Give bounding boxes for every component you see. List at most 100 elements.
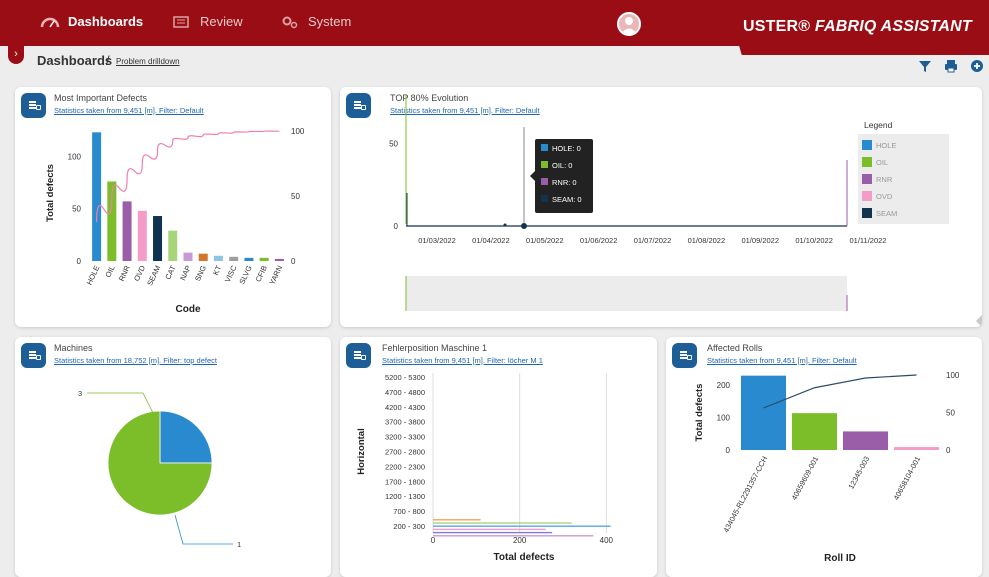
y-tick-label: 3700 - 3800: [385, 418, 425, 427]
filter-icon[interactable]: [918, 59, 932, 73]
bar: [433, 522, 572, 524]
card-top80-evolution: TOP 80% Evolution Statistics taken from …: [340, 87, 982, 327]
x-tick-label: 01/04/2022: [472, 236, 510, 245]
bar: [433, 525, 611, 527]
review-icon: [173, 15, 189, 28]
card-machines: Machines Statistics taken from 18,752 [m…: [15, 337, 331, 577]
data-point: [503, 223, 507, 227]
user-icon: [621, 17, 637, 34]
nav-system[interactable]: System: [280, 14, 351, 29]
tooltip-swatch: [541, 195, 548, 202]
x-tick-label: 434045-RL2291357-CCH: [721, 455, 769, 534]
x-tick-label: 01/10/2022: [795, 236, 833, 245]
pie-leader-line: [174, 514, 233, 545]
y-tick-label: 200: [717, 381, 731, 390]
evolution-chart: 0 50 01/03/2022 01/04/2022 01/05/2022 01/06/2…: [389, 94, 982, 327]
legend-swatch: [862, 140, 872, 150]
bar: [792, 413, 837, 450]
x-tick-label: 40658104-001: [892, 455, 923, 502]
pie-label: 1: [237, 540, 241, 549]
nav-system-label: System: [308, 14, 352, 29]
y-axis-label: Total defects: [45, 164, 56, 222]
x-tick-label: CAT: [163, 264, 177, 281]
bar: [153, 216, 163, 261]
tooltip-text: HOLE: 0: [552, 144, 581, 153]
y-tick-label: 50: [72, 205, 81, 214]
affected-rolls-chart: 0 100 200 0 50 100 434045-RL2291357-CCH 4065960…: [694, 371, 960, 564]
card-most-important-defects: Most Important Defects Statistics taken …: [15, 87, 331, 327]
tooltip-swatch: [541, 161, 548, 168]
legend-title: Legend: [864, 120, 893, 130]
y2-tick-label: 100: [291, 127, 305, 136]
user-avatar[interactable]: [617, 12, 641, 36]
bar: [894, 447, 939, 450]
card-fehlerposition: Fehlerposition Maschine 1 Statistics tak…: [340, 337, 657, 577]
legend-label: OIL: [876, 158, 888, 167]
y-tick-label: 2200 - 2300: [385, 462, 425, 471]
y2-tick-label: 0: [291, 257, 296, 266]
x-tick-label: 40659609-001: [790, 455, 821, 502]
y-tick-label: 700 - 800: [393, 507, 425, 516]
x-tick-label: YARN: [267, 264, 284, 286]
y-tick-label: 3200 - 3300: [385, 433, 425, 442]
tooltip-text: SEAM: 0: [552, 195, 582, 204]
y-tick-label: 4200 - 4300: [385, 403, 425, 412]
y-tick-label: 4700 - 4800: [385, 388, 425, 397]
legend-label: RNR: [876, 175, 893, 184]
y-tick-label: 50: [389, 140, 398, 149]
y-tick-label: 0: [726, 446, 731, 455]
add-icon[interactable]: [970, 59, 984, 73]
bar: [137, 210, 147, 261]
breadcrumb-link[interactable]: Problem drilldown: [116, 57, 180, 66]
bar: [244, 257, 254, 261]
x-tick-label: 01/05/2022: [526, 236, 564, 245]
hover-point: [521, 223, 527, 229]
x-tick-label: 01/08/2022: [688, 236, 726, 245]
breadcrumb-separator: /: [106, 53, 110, 68]
bar: [198, 253, 208, 261]
card-affected-rolls: Affected Rolls Statistics taken from 9,4…: [666, 337, 982, 577]
nav-review-label: Review: [200, 14, 243, 29]
cumulative-line: [763, 374, 917, 409]
x-tick-label: 0: [431, 536, 436, 545]
x-tick-label: NAP: [178, 264, 193, 282]
x-tick-label: SNG: [193, 264, 208, 283]
x-tick-label: 200: [513, 536, 527, 545]
legend-label: SEAM: [876, 209, 897, 218]
bar: [213, 255, 223, 261]
bar: [741, 375, 786, 450]
bar: [433, 528, 546, 531]
nav-review[interactable]: Review: [172, 14, 243, 29]
x-tick-label: SLVG: [237, 264, 253, 286]
bar: [122, 201, 132, 261]
breadcrumb-title: Dashboards: [37, 53, 113, 68]
y2-tick-label: 50: [291, 192, 300, 201]
pie-label: 3: [78, 389, 82, 398]
bar: [433, 531, 553, 534]
bar: [433, 535, 594, 537]
navigator-band: [406, 276, 847, 311]
y-tick-label: 100: [717, 413, 731, 422]
y-tick-label: 0: [394, 222, 399, 231]
x-tick-label: 01/11/2022: [850, 236, 887, 245]
tooltip-text: OIL: 0: [552, 161, 572, 170]
print-icon[interactable]: [944, 59, 958, 73]
legend-label: OVD: [876, 192, 893, 201]
x-tick-label: 400: [600, 536, 614, 545]
legend-swatch: [862, 157, 872, 167]
y2-tick-label: 0: [946, 446, 951, 455]
x-axis-label: Code: [176, 304, 201, 315]
legend-swatch: [862, 174, 872, 184]
x-axis-label: Total defects: [494, 552, 555, 563]
x-tick-label: SEAM: [145, 264, 162, 287]
y2-tick-label: 50: [946, 409, 955, 418]
brand-name: USTER®: [743, 18, 811, 35]
bar: [259, 257, 269, 261]
bar: [843, 431, 888, 450]
bar: [229, 256, 239, 261]
legend-swatch: [862, 208, 872, 218]
sidebar-toggle-button[interactable]: ›: [8, 46, 24, 64]
nav-dashboards[interactable]: Dashboards: [40, 14, 143, 29]
y-axis-label: Total defects: [694, 384, 705, 442]
y-tick-label: 2700 - 2800: [385, 448, 425, 457]
